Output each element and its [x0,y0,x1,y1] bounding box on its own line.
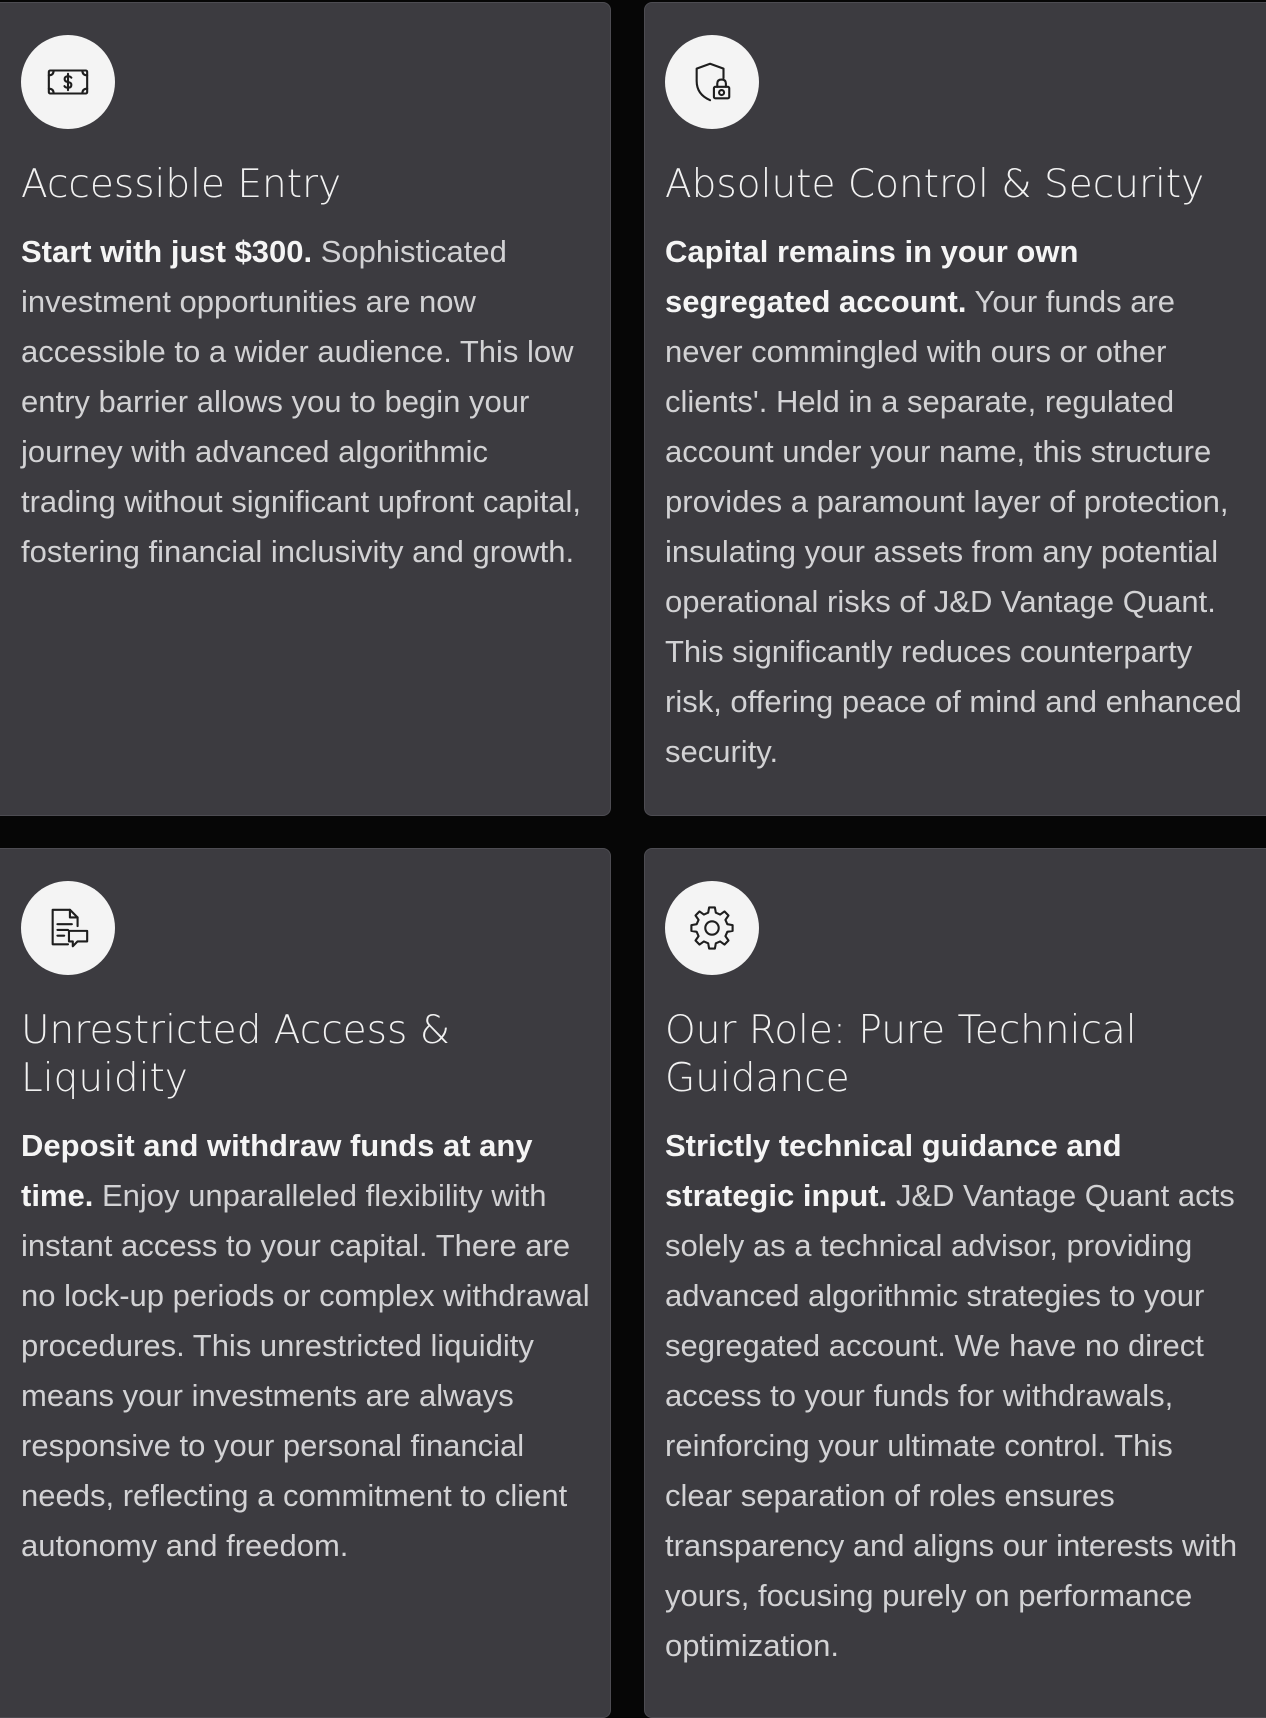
card-text: Sophisticated investment opportunities a… [21,234,582,569]
feature-card-access-liquidity: Unrestricted Access & Liquidity Deposit … [0,848,611,1718]
feature-card-technical-guidance: Our Role: Pure Technical Guidance Strict… [644,848,1266,1718]
card-title: Accessible Entry [21,162,342,207]
feature-card-control-security: Absolute Control & Security Capital rema… [644,2,1266,816]
money-bill-icon [21,35,115,129]
card-lead: Start with just $300. [21,234,313,269]
card-description: Capital remains in your own segregated a… [665,227,1245,777]
document-chat-icon [21,881,115,975]
card-description: Deposit and withdraw funds at any time. … [21,1121,590,1571]
gear-icon [665,881,759,975]
card-text: Your funds are never commingled with our… [665,284,1242,769]
card-title: Unrestricted Access & Liquidity [21,1008,451,1101]
feature-card-accessible-entry: Accessible Entry Start with just $300. S… [0,2,611,816]
card-title: Absolute Control & Security [665,162,1205,207]
shield-lock-icon [665,35,759,129]
card-title: Our Role: Pure Technical Guidance [665,1008,1137,1101]
card-text: Enjoy unparalleled flexibility with inst… [21,1178,590,1563]
card-text: J&D Vantage Quant acts solely as a techn… [665,1178,1238,1663]
card-description: Strictly technical guidance and strategi… [665,1121,1245,1671]
card-description: Start with just $300. Sophisticated inve… [21,227,590,577]
